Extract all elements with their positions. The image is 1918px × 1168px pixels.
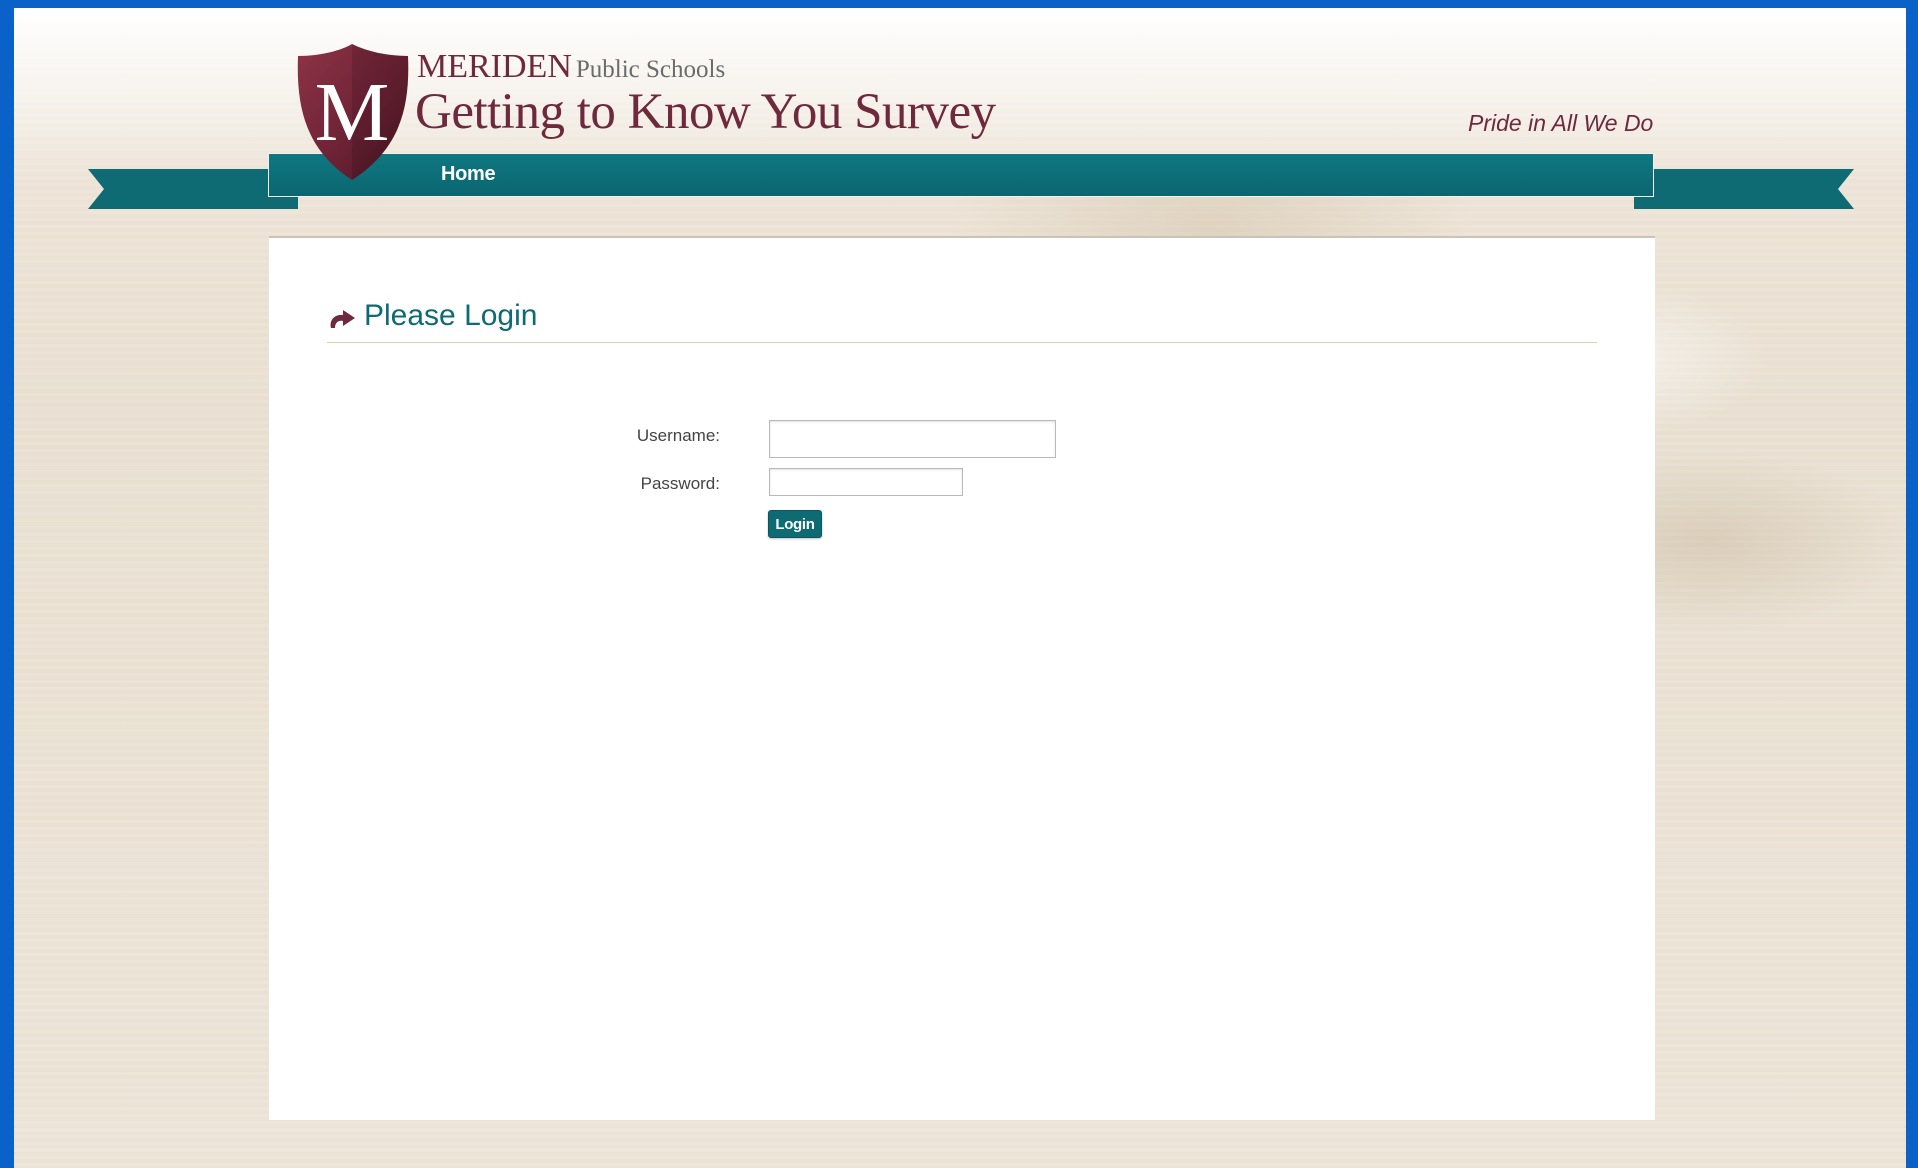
password-label: Password: (640, 474, 720, 493)
tagline: Pride in All We Do (1468, 110, 1654, 136)
school-name-main: MERIDEN (417, 48, 572, 85)
login-button[interactable]: Login (768, 510, 822, 538)
page-title: Please Login (364, 299, 538, 332)
meriden-shield-logo: M (297, 44, 409, 180)
nav-item-home[interactable]: Home (441, 163, 496, 186)
section-heading: Please Login (327, 299, 1597, 343)
content-panel: Please Login Username: Password: Login (269, 236, 1655, 1120)
page: Home M MERIDEN Public Schools Getting to… (14, 8, 1906, 1168)
logo-letter: M (315, 66, 390, 159)
school-name-suffix: Public Schools (575, 56, 726, 83)
ribbon-tail-left (88, 169, 298, 209)
username-input[interactable] (769, 420, 1056, 458)
school-name: MERIDEN Public Schools (417, 48, 725, 86)
return-arrow-icon (330, 310, 355, 328)
nav-bar: Home (268, 153, 1654, 197)
survey-title: Getting to Know You Survey (415, 84, 996, 140)
username-label: Username: (636, 426, 720, 445)
password-input[interactable] (769, 468, 963, 496)
ribbon-tail-right (1634, 169, 1854, 209)
